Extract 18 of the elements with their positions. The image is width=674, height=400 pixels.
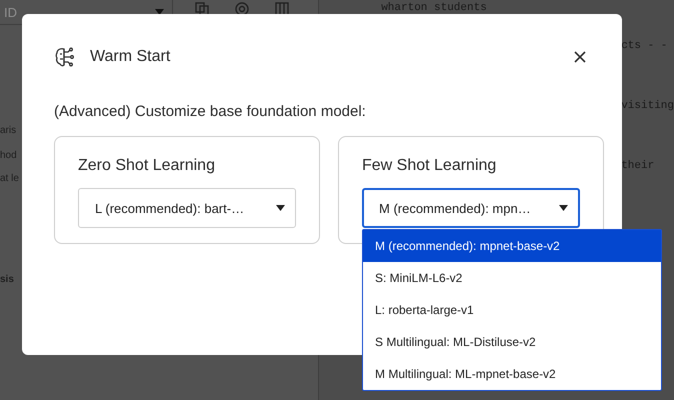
dropdown-option[interactable]: L: roberta-large-v1 (363, 294, 661, 326)
prompt-text: (Advanced) Customize base foundation model: (54, 103, 367, 120)
dropdown-option[interactable]: M Multilingual: ML-mpnet-base-v2 (363, 358, 661, 390)
brain-circuit-icon (54, 46, 76, 68)
copy-icon[interactable] (195, 2, 209, 16)
caret-icon (559, 205, 568, 211)
caret-icon (276, 205, 285, 211)
model-select[interactable]: L (recommended): bart-… (78, 188, 296, 228)
columns-icon[interactable] (275, 2, 289, 16)
dropdown-option[interactable]: S: MiniLM-L6-v2 (363, 262, 661, 294)
card-title: Few Shot Learning (362, 157, 498, 175)
dialog-title: Warm Start (90, 48, 170, 66)
card-title: Zero Shot Learning (78, 157, 216, 175)
close-icon[interactable] (574, 51, 586, 63)
dropdown-option[interactable]: S Multilingual: ML-Distiluse-v2 (363, 326, 661, 358)
model-select[interactable]: M (recommended): mpn… (362, 188, 580, 228)
dropdown-option[interactable]: M (recommended): mpnet-base-v2 (363, 230, 661, 262)
target-icon[interactable] (235, 2, 249, 16)
